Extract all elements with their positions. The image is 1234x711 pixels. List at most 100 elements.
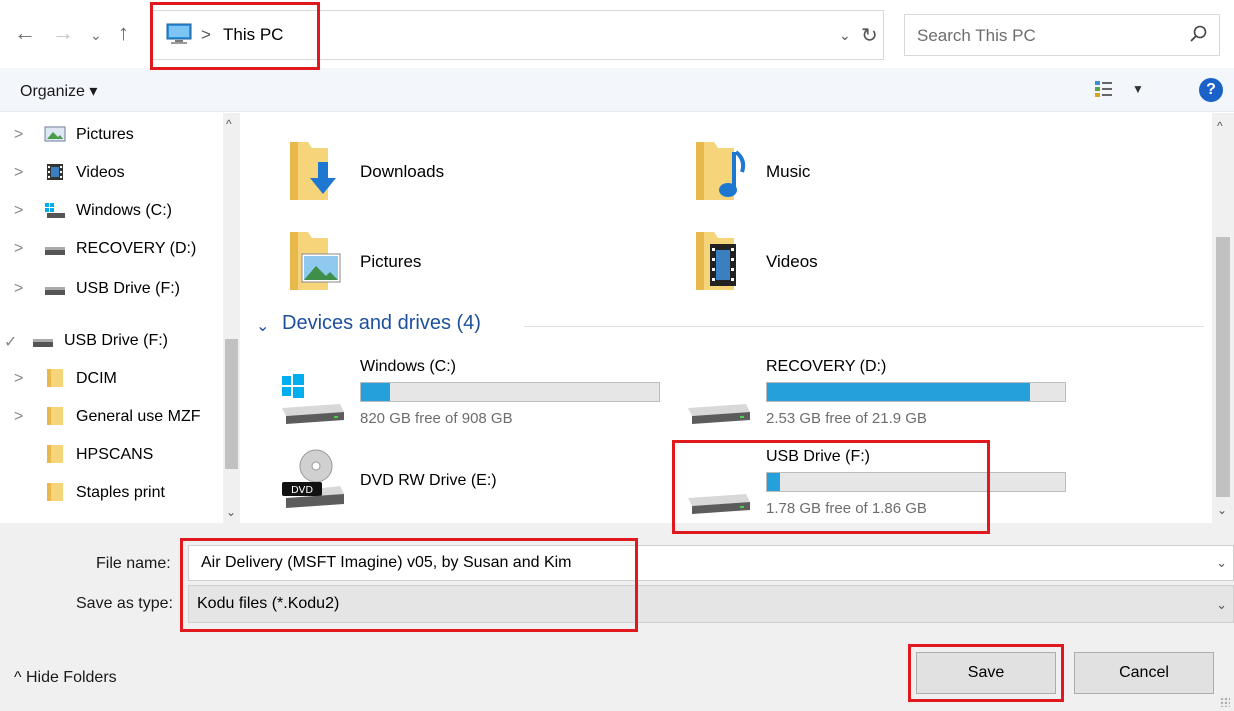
- folder-tile-downloads[interactable]: Downloads: [288, 138, 648, 208]
- content-scrollbar[interactable]: ^ ⌄: [1212, 113, 1234, 523]
- expand-chevron-icon[interactable]: >: [14, 202, 23, 220]
- breadcrumb-this-pc[interactable]: This PC: [223, 25, 283, 45]
- address-bar[interactable]: > This PC ⌄ ↻: [152, 10, 884, 60]
- drive-usage-fill: [361, 383, 390, 401]
- scroll-down-icon[interactable]: ⌄: [226, 505, 236, 519]
- drive-icon: [45, 247, 65, 255]
- refresh-icon[interactable]: ↻: [861, 23, 878, 48]
- save-button[interactable]: Save: [916, 652, 1056, 694]
- folder-label: Pictures: [360, 252, 422, 271]
- organize-button[interactable]: Organize ▾: [20, 81, 97, 101]
- nav-item-hpscans[interactable]: HPSCANS: [0, 439, 220, 473]
- folder-icon: [47, 407, 63, 425]
- folder-icon: [47, 445, 63, 463]
- nav-item-label: Staples print: [76, 484, 165, 501]
- nav-item-usb-drive-f-expanded[interactable]: ✓ USB Drive (F:): [0, 325, 220, 359]
- music-folder-icon: [696, 142, 746, 200]
- nav-item-label: Windows (C:): [76, 202, 173, 219]
- drive-usage-bar: [360, 382, 660, 402]
- drive-name: DVD RW Drive (E:): [360, 472, 497, 489]
- videos-folder-icon: [696, 232, 736, 290]
- group-divider: [524, 326, 1204, 327]
- collapse-chevron-icon[interactable]: ✓: [4, 332, 17, 352]
- drive-free-space: 1.78 GB free of 1.86 GB: [766, 500, 927, 517]
- recent-locations-chevron-icon[interactable]: ⌄: [90, 28, 102, 42]
- cancel-button[interactable]: Cancel: [1074, 652, 1214, 694]
- help-icon[interactable]: ?: [1199, 78, 1223, 102]
- drive-usage-fill: [767, 383, 1031, 401]
- search-icon[interactable]: [1189, 24, 1209, 44]
- file-name-input[interactable]: Air Delivery (MSFT Imagine) v05, by Susa…: [188, 545, 1234, 581]
- drive-free-space: 2.53 GB free of 21.9 GB: [766, 410, 927, 427]
- expand-chevron-icon[interactable]: >: [14, 126, 23, 144]
- nav-item-videos[interactable]: > Videos: [0, 157, 220, 191]
- search-input[interactable]: Search This PC: [904, 14, 1220, 56]
- windows-drive-icon: [45, 203, 65, 218]
- expand-chevron-icon[interactable]: >: [14, 408, 23, 426]
- usb-drive-icon: [45, 287, 65, 295]
- save-as-type-value: Kodu files (*.Kodu2): [197, 595, 340, 612]
- nav-item-label: Videos: [76, 164, 125, 181]
- nav-item-recovery-d[interactable]: > RECOVERY (D:): [0, 233, 220, 267]
- folder-tile-videos[interactable]: Videos: [694, 228, 1054, 298]
- drive-name: USB Drive (F:): [766, 448, 870, 465]
- scrollbar-thumb[interactable]: [225, 339, 238, 469]
- nav-item-label: DCIM: [76, 370, 117, 387]
- navigation-pane: > Pictures > Videos > Windows (C:) > REC…: [0, 113, 240, 523]
- save-as-type-label: Save as type:: [76, 595, 173, 612]
- drive-name: RECOVERY (D:): [766, 358, 887, 375]
- drive-tile-recovery-d[interactable]: RECOVERY (D:) 2.53 GB free of 21.9 GB: [684, 358, 1066, 438]
- drive-usage-bar: [766, 382, 1066, 402]
- save-as-type-dropdown-icon[interactable]: ⌄: [1216, 597, 1227, 613]
- devices-and-drives-group-header[interactable]: ⌄ Devices and drives (4): [256, 312, 1206, 342]
- downloads-folder-icon: [290, 142, 336, 200]
- up-arrow-icon[interactable]: ↑: [118, 22, 129, 44]
- group-title: Devices and drives (4): [282, 312, 481, 334]
- expand-chevron-icon[interactable]: >: [14, 164, 23, 182]
- nav-item-windows-c[interactable]: > Windows (C:): [0, 195, 220, 229]
- scroll-down-icon[interactable]: ⌄: [1217, 503, 1227, 517]
- nav-item-label: HPSCANS: [76, 446, 154, 463]
- nav-item-label: General use MZF: [76, 408, 201, 425]
- change-view-icon[interactable]: [1094, 80, 1114, 98]
- hide-folders-button[interactable]: ^ Hide Folders: [14, 669, 117, 687]
- nav-pane-scrollbar[interactable]: ^ ⌄: [223, 113, 240, 523]
- drive-name: Windows (C:): [360, 358, 457, 375]
- file-name-dropdown-icon[interactable]: ⌄: [1216, 555, 1227, 571]
- folder-label: Downloads: [360, 162, 445, 181]
- drive-tile-windows-c[interactable]: Windows (C:) 820 GB free of 908 GB: [278, 358, 660, 438]
- drive-tile-usb-f[interactable]: USB Drive (F:) 1.78 GB free of 1.86 GB: [684, 448, 1066, 528]
- scrollbar-thumb[interactable]: [1216, 237, 1230, 497]
- nav-item-dcim[interactable]: > DCIM: [0, 363, 220, 397]
- view-options-dropdown-icon[interactable]: ▼: [1132, 82, 1144, 96]
- address-dropdown-icon[interactable]: ⌄: [839, 27, 851, 44]
- file-name-label: File name:: [96, 555, 171, 572]
- nav-item-label: Pictures: [76, 126, 134, 143]
- back-arrow-icon[interactable]: ←: [14, 22, 36, 44]
- folder-label: Videos: [766, 252, 818, 271]
- drive-tile-dvd-e[interactable]: DVD DVD RW Drive (E:): [278, 444, 658, 524]
- nav-item-pictures[interactable]: > Pictures: [0, 119, 220, 153]
- scroll-up-icon[interactable]: ^: [226, 117, 232, 131]
- dvd-drive-icon: DVD: [282, 449, 344, 508]
- hard-drive-icon: [688, 404, 750, 424]
- expand-chevron-icon[interactable]: >: [14, 280, 23, 298]
- nav-item-label: USB Drive (F:): [76, 280, 180, 297]
- folder-tile-music[interactable]: Music: [694, 138, 1054, 208]
- expand-chevron-icon[interactable]: >: [14, 370, 23, 388]
- save-as-dialog: ← → ⌄ ↑ > This PC ⌄ ↻ Search This PC Org…: [0, 0, 1234, 711]
- resize-grip[interactable]: [1220, 697, 1230, 707]
- drive-usage-fill: [767, 473, 780, 491]
- expand-chevron-icon[interactable]: >: [14, 240, 23, 258]
- nav-item-usb-drive-f[interactable]: > USB Drive (F:): [0, 273, 220, 307]
- forward-arrow-icon[interactable]: →: [52, 22, 74, 44]
- folder-tile-pictures[interactable]: Pictures: [288, 228, 648, 298]
- scroll-up-icon[interactable]: ^: [1217, 119, 1223, 133]
- nav-item-label: RECOVERY (D:): [76, 240, 197, 257]
- save-as-type-select[interactable]: Kodu files (*.Kodu2) ⌄: [188, 585, 1234, 623]
- nav-item-general-use[interactable]: > General use MZF: [0, 401, 220, 435]
- drive-usage-bar: [766, 472, 1066, 492]
- group-collapse-chevron-icon[interactable]: ⌄: [256, 316, 269, 336]
- nav-item-staples-print[interactable]: Staples print: [0, 477, 220, 511]
- folder-icon: [47, 483, 63, 501]
